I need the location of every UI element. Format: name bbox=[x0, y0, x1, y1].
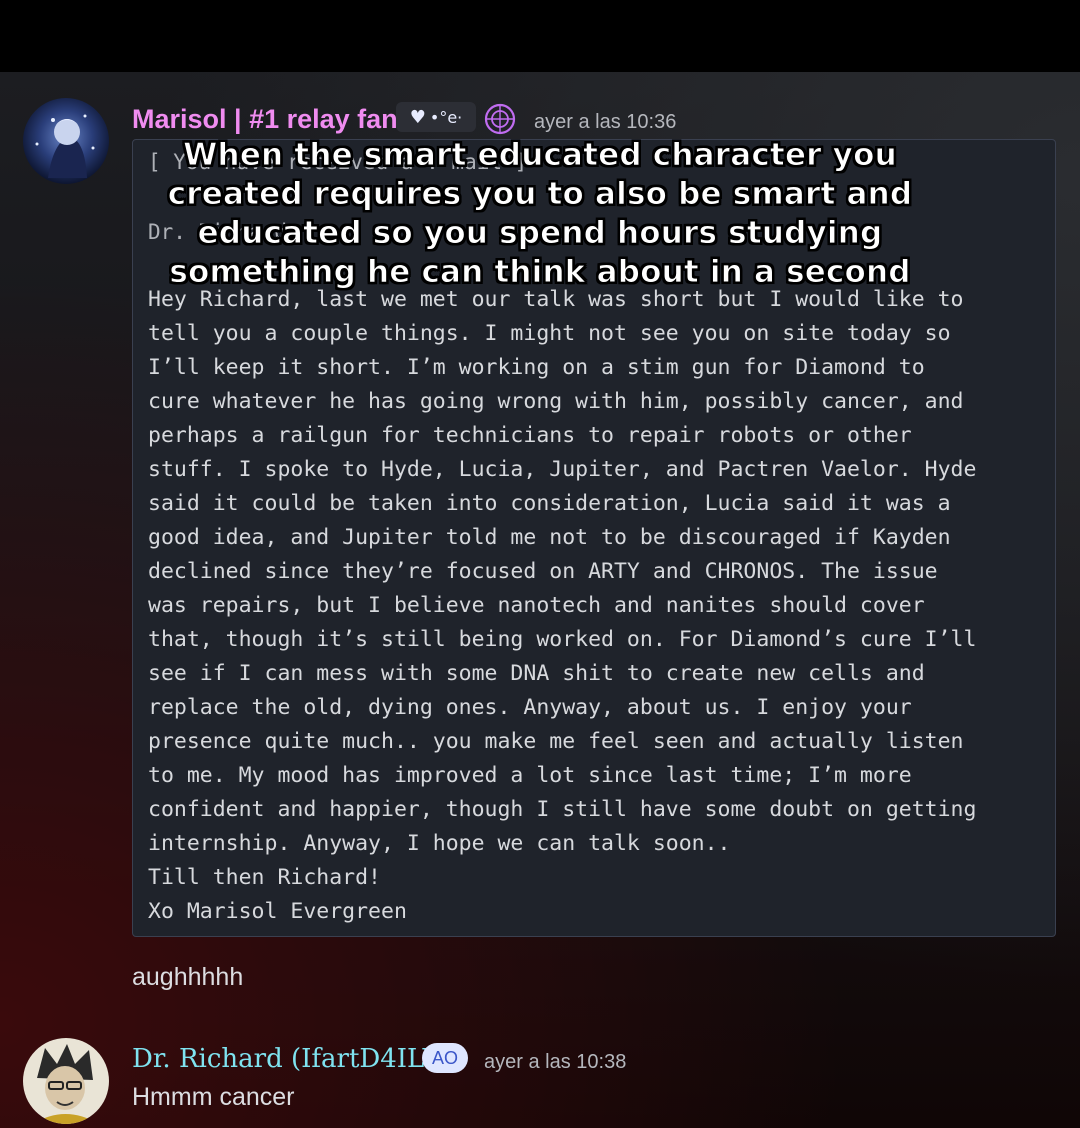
message-timestamp: ayer a las 10:36 bbox=[534, 111, 677, 133]
followup-message: aughhhhh bbox=[132, 963, 244, 991]
top-black-bar bbox=[0, 0, 1080, 72]
letter-line: confident and happier, though I still ha… bbox=[148, 797, 977, 822]
richard-avatar[interactable] bbox=[23, 1038, 109, 1124]
letter-line: Xo Marisol Evergreen bbox=[148, 899, 407, 924]
role-emblem-icon bbox=[483, 102, 517, 136]
letter-line: stuff. I spoke to Hyde, Lucia, Jupiter, … bbox=[148, 457, 977, 482]
message-timestamp: ayer a las 10:38 bbox=[484, 1051, 627, 1073]
letter-line: see if I can mess with some DNA shit to … bbox=[148, 661, 925, 686]
letter-line: cure whatever he has going wrong with hi… bbox=[148, 389, 964, 414]
letter-line: I’ll keep it short. I’m working on a sti… bbox=[148, 355, 925, 380]
letter-body: Hey Richard, last we met our talk was sh… bbox=[148, 283, 1058, 929]
role-tag-text: AO bbox=[431, 1047, 458, 1068]
letter-line: tell you a couple things. I might not se… bbox=[148, 321, 951, 346]
caption-line: When the smart educated character you bbox=[183, 137, 897, 174]
letter-line: Till then Richard! bbox=[148, 865, 381, 890]
caption-line: something he can think about in a second bbox=[169, 254, 911, 291]
author-name[interactable]: Dr. Richard (IfartD4ILY) bbox=[132, 1044, 450, 1074]
letter-line: to me. My mood has improved a lot since … bbox=[148, 763, 912, 788]
server-tag-badge[interactable]: ♥ •°e· bbox=[396, 102, 476, 132]
role-tag-badge[interactable]: AO bbox=[422, 1043, 468, 1073]
caption-line: created requires you to also be smart an… bbox=[167, 176, 913, 213]
letter-line: declined since they’re focused on ARTY a… bbox=[148, 559, 938, 584]
meme-caption: When the smart educated character you cr… bbox=[40, 136, 1040, 292]
caption-line: educated so you spend hours studying bbox=[197, 215, 883, 252]
letter-line: replace the old, dying ones. Anyway, abo… bbox=[148, 695, 912, 720]
letter-line: was repairs, but I believe nanotech and … bbox=[148, 593, 925, 618]
avatar-image bbox=[23, 1038, 109, 1124]
message-text: Hmmm cancer bbox=[132, 1083, 295, 1111]
letter-line: said it could be taken into consideratio… bbox=[148, 491, 951, 516]
server-tag-text: •°e· bbox=[429, 107, 463, 127]
letter-line: internship. Anyway, I hope we can talk s… bbox=[148, 831, 731, 856]
author-name[interactable]: Marisol | #1 relay fan bbox=[132, 104, 398, 135]
letter-line: good idea, and Jupiter told me not to be… bbox=[148, 525, 951, 550]
heart-icon: ♥ bbox=[409, 106, 426, 128]
letter-line: perhaps a railgun for technicians to rep… bbox=[148, 423, 912, 448]
letter-line: that, though it’s still being worked on.… bbox=[148, 627, 977, 652]
letter-line: presence quite much.. you make me feel s… bbox=[148, 729, 964, 754]
